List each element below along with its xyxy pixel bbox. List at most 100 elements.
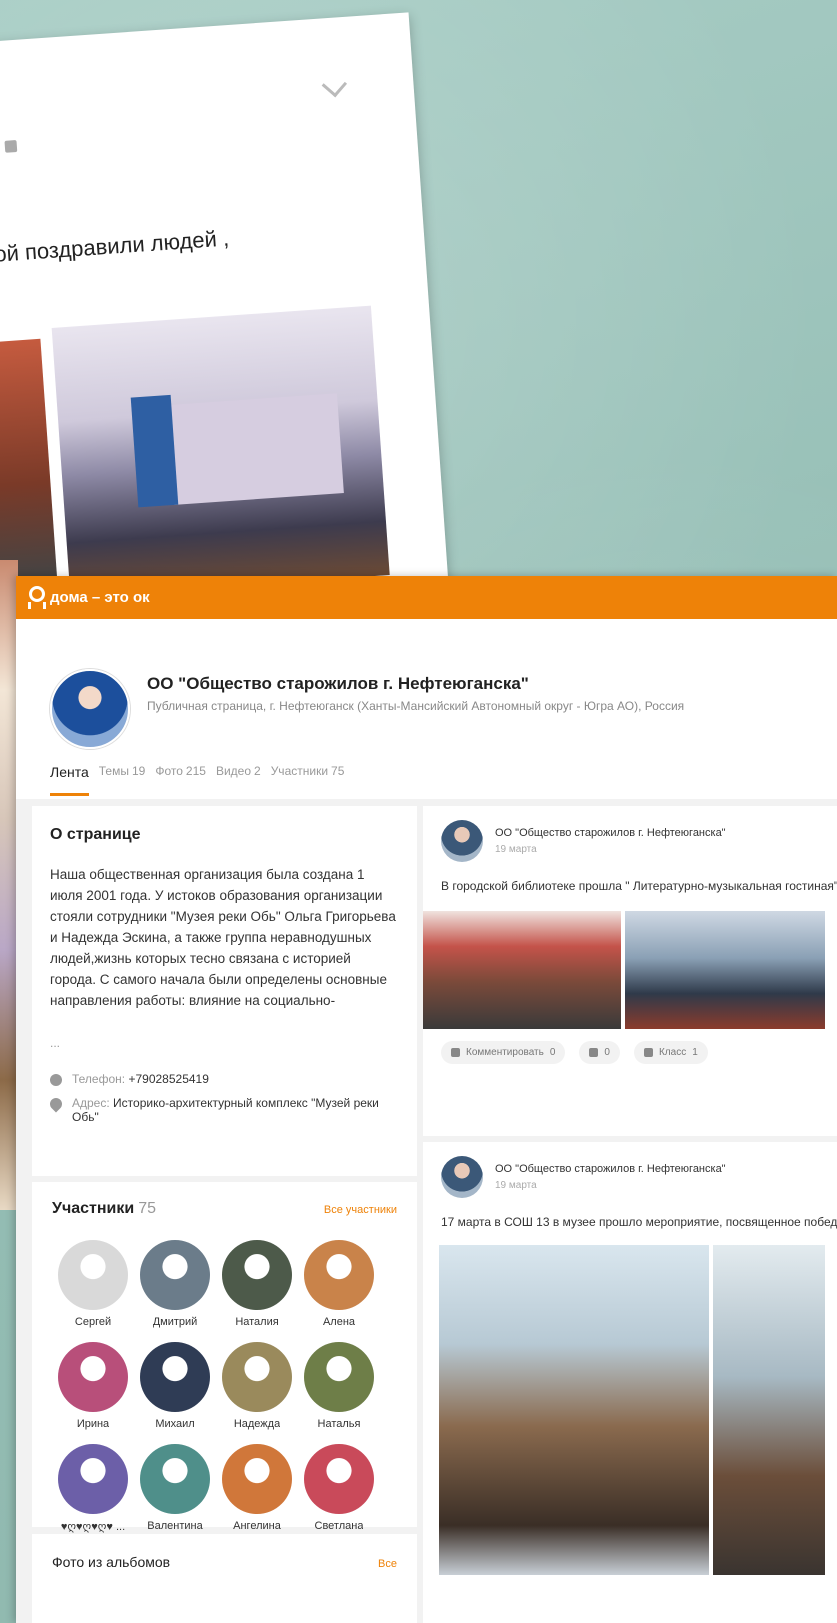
avatar <box>222 1240 292 1310</box>
avatar <box>304 1240 374 1310</box>
address-label: Адрес: <box>72 1096 110 1110</box>
tab-count: 215 <box>185 764 206 778</box>
all-members-link[interactable]: Все участники <box>324 1204 397 1216</box>
lock-icon <box>4 139 18 153</box>
avatar <box>304 1444 374 1514</box>
members-count: 75 <box>138 1200 157 1217</box>
member-name: Дмитрий <box>152 1316 198 1328</box>
address-value[interactable]: Историко-архитектурный комплекс "Музей р… <box>72 1096 379 1124</box>
post-text[interactable]: В городской библиотеке прошла " Литерату… <box>441 878 837 895</box>
share-icon <box>589 1048 599 1057</box>
feed-post: ОО "Общество старожилов г. Нефтеюганска"… <box>423 806 837 1136</box>
chevron-down-icon <box>321 71 348 98</box>
member-item[interactable]: Светлана <box>298 1444 380 1533</box>
avatar <box>304 1342 374 1412</box>
member-item[interactable]: Михаил <box>134 1342 216 1430</box>
member-grid: Сергей Дмитрий Наталия Алена Ирина Михаил Наде… <box>52 1240 397 1533</box>
tab-2[interactable]: Фото 215 <box>155 764 206 780</box>
brand-slogan: дома – это ок <box>50 589 150 606</box>
comment-count: 0 <box>549 1047 556 1058</box>
member-name: Валентина <box>147 1520 203 1532</box>
group-subtitle: Публичная страница, г. Нефтеюганск (Хант… <box>147 699 685 713</box>
post-author[interactable]: ОО "Общество старожилов г. Нефтеюганска" <box>495 827 726 839</box>
top-bar: дома – это ок <box>16 576 837 619</box>
member-name: Ангелина <box>233 1520 281 1532</box>
member-item[interactable]: Надежда <box>216 1342 298 1430</box>
post-photo[interactable] <box>712 1245 825 1575</box>
avatar <box>58 1342 128 1412</box>
avatar <box>222 1444 292 1514</box>
like-count: 1 <box>692 1047 698 1058</box>
group-header: ОО "Общество старожилов г. Нефтеюганска"… <box>16 619 837 799</box>
share-count: 0 <box>604 1047 610 1058</box>
ok-logo-icon[interactable] <box>26 585 46 611</box>
post-photo[interactable] <box>423 911 622 1029</box>
member-item[interactable]: Сергей <box>52 1240 134 1328</box>
members-card: Участники 75 Все участники Сергей Дмитрий Н… <box>32 1182 417 1533</box>
all-albums-link[interactable]: Все <box>378 1558 397 1570</box>
member-name: Наталья <box>317 1418 361 1430</box>
avatar <box>58 1240 128 1310</box>
about-more[interactable]: ... <box>50 1036 399 1050</box>
tab-1[interactable]: Темы 19 <box>99 764 146 780</box>
avatar <box>58 1444 128 1514</box>
share-button[interactable]: 0 <box>579 1041 620 1064</box>
members-title[interactable]: Участники 75 <box>52 1200 156 1218</box>
member-item[interactable]: Дмитрий <box>134 1240 216 1328</box>
group-tabs: Лента Темы 19 Фото 215 Видео 2 Участники 75 <box>50 764 345 796</box>
tab-count: 2 <box>254 764 261 778</box>
location-pin-icon <box>47 1095 65 1113</box>
about-text: Наша общественная организация была созда… <box>50 867 396 1008</box>
address-row: Адрес: Историко-архитектурный комплекс "… <box>47 1095 399 1124</box>
group-name[interactable]: ОО "Общество старожилов г. Нефтеюганска" <box>147 674 529 694</box>
like-button[interactable]: Класс 1 <box>633 1041 708 1064</box>
post-photo[interactable] <box>439 1245 709 1575</box>
background-post-screenshot: ой поздравили людей , <box>0 12 451 644</box>
albums-title: Фото из альбомов <box>52 1554 171 1570</box>
post-photo[interactable] <box>625 911 825 1029</box>
member-name: Михаил <box>155 1418 195 1430</box>
post-date: 19 марта <box>495 844 537 855</box>
member-name: ♥ღ♥ღ♥ღ♥ ... <box>60 1521 126 1533</box>
post-author-avatar[interactable] <box>441 820 483 862</box>
tab-count: 75 <box>331 764 345 778</box>
tab-0[interactable]: Лента <box>50 764 89 796</box>
member-item[interactable]: Алена <box>298 1240 380 1328</box>
phone-value: +79028525419 <box>128 1072 209 1086</box>
member-item[interactable]: Наталия <box>216 1240 298 1328</box>
feed-post: ОО "Общество старожилов г. Нефтеюганска"… <box>423 1142 837 1623</box>
comment-button[interactable]: Комментировать 0 <box>441 1041 566 1064</box>
member-item[interactable]: Ирина <box>52 1342 134 1430</box>
ok-window: дома – это ок ОО "Общество старожилов г.… <box>16 576 837 1623</box>
member-name: Сергей <box>74 1316 112 1328</box>
phone-row: Телефон: +79028525419 <box>50 1072 399 1086</box>
post-text[interactable]: 17 марта в СОШ 13 в музее прошло меропри… <box>441 1214 837 1231</box>
post-author-avatar[interactable] <box>441 1156 483 1198</box>
phone-label: Телефон: <box>72 1072 126 1086</box>
tab-4[interactable]: Участники 75 <box>271 764 345 780</box>
tab-count: 19 <box>131 764 146 778</box>
about-card: О странице Наша общественная организация… <box>32 806 417 1176</box>
avatar <box>140 1444 210 1514</box>
post-date: 19 марта <box>495 1180 537 1191</box>
avatar <box>222 1342 292 1412</box>
member-item[interactable]: Валентина <box>134 1444 216 1533</box>
post-author[interactable]: ОО "Общество старожилов г. Нефтеюганска" <box>495 1163 726 1175</box>
background-post-text: ой поздравили людей , <box>0 225 230 267</box>
member-item[interactable]: ♥ღ♥ღ♥ღ♥ ... <box>52 1444 134 1533</box>
like-icon <box>643 1048 653 1057</box>
member-name: Алена <box>322 1316 356 1328</box>
about-title: О странице <box>50 826 141 843</box>
phone-icon <box>50 1074 62 1086</box>
avatar <box>140 1342 210 1412</box>
group-avatar[interactable] <box>50 669 130 749</box>
member-name: Наталия <box>235 1316 279 1328</box>
member-item[interactable]: Ангелина <box>216 1444 298 1533</box>
member-name: Светлана <box>314 1520 364 1532</box>
albums-card: Фото из альбомов Все <box>32 1534 417 1623</box>
tab-3[interactable]: Видео 2 <box>216 764 261 780</box>
background-photo-hall <box>51 305 390 598</box>
member-item[interactable]: Наталья <box>298 1342 380 1430</box>
background-photo <box>0 338 58 583</box>
avatar <box>140 1240 210 1310</box>
